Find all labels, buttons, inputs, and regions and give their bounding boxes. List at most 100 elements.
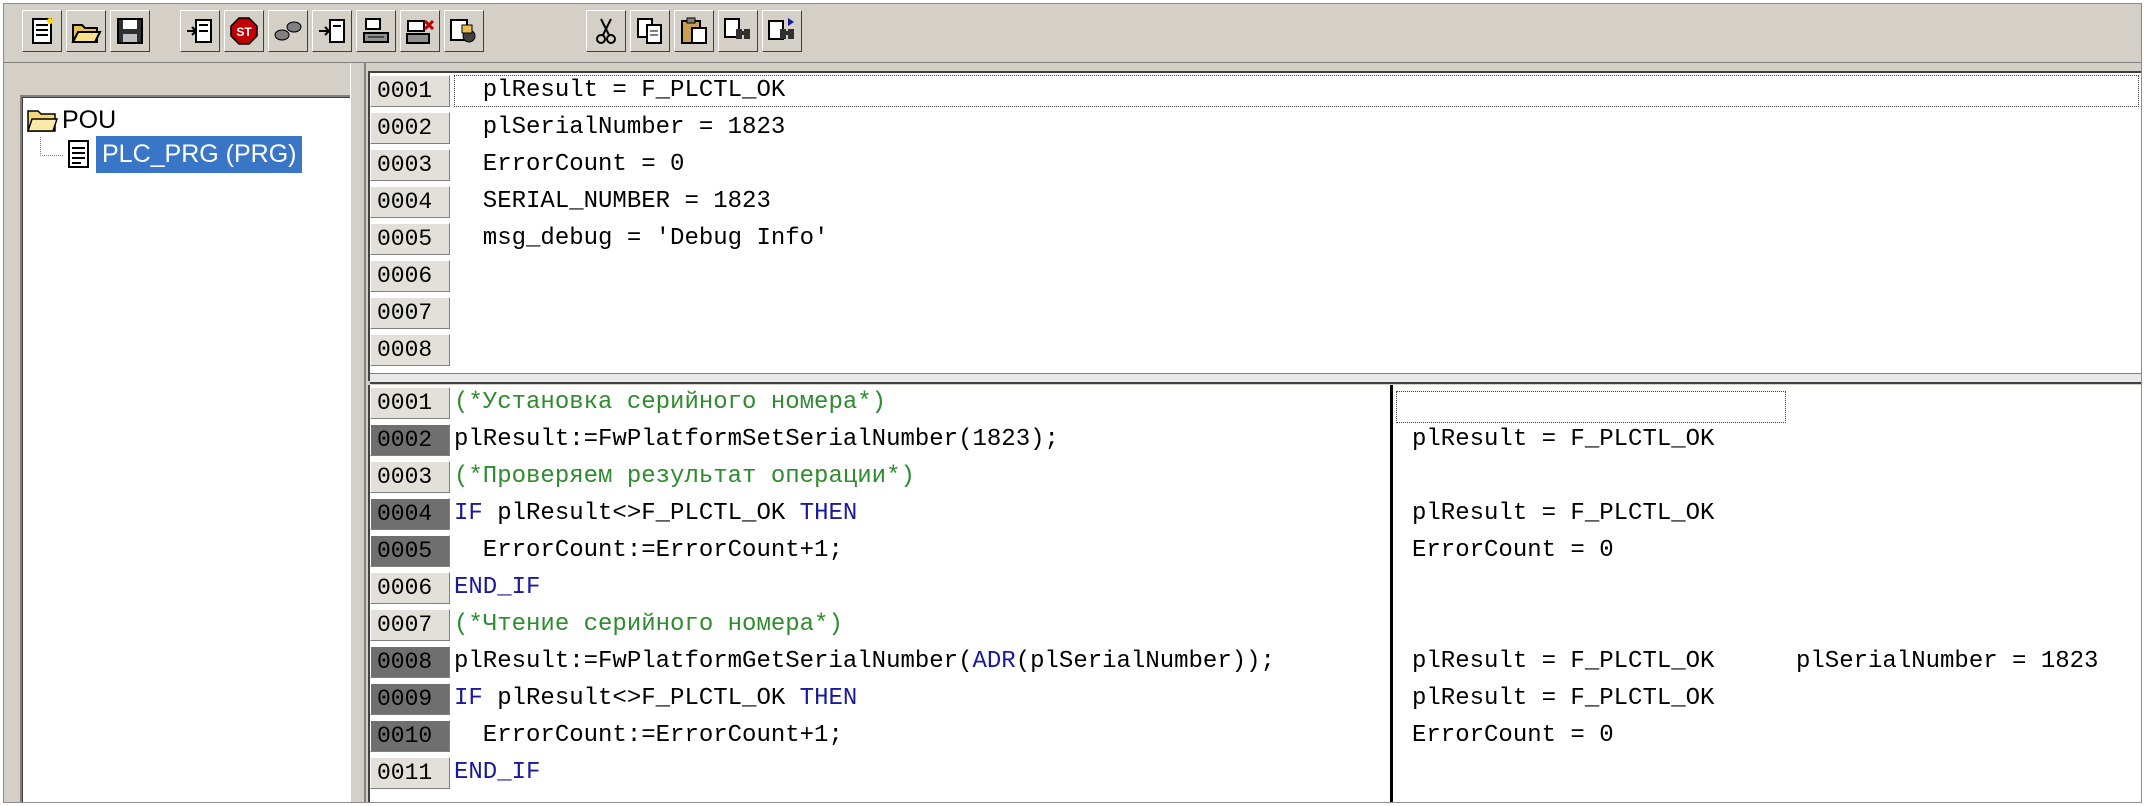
paste-icon — [681, 17, 707, 44]
code-text: plResult<>F_PLCTL_OK — [482, 685, 800, 712]
line-number: 0008 — [370, 334, 450, 366]
tree-node-label: POU — [62, 105, 117, 134]
monitor-value: plResult = F_PLCTL_OK — [1412, 500, 1715, 527]
code-line: IF plResult<>F_PLCTL_OK THEN — [454, 683, 857, 715]
horizontal-splitter[interactable] — [370, 373, 2141, 384]
open-folder-icon — [71, 24, 102, 43]
line-number: 0001 — [370, 75, 450, 107]
line-number: 0006 — [370, 260, 450, 292]
step-in-button[interactable] — [312, 10, 352, 52]
monitor-value: ErrorCount = 0 — [1412, 537, 1614, 564]
copy-button[interactable] — [630, 10, 670, 52]
paste-button[interactable] — [674, 10, 714, 52]
breakpoint-icon — [406, 19, 435, 44]
code-editor[interactable]: 0001 0002 0003 0004 0005 0006 0007 0008 … — [368, 385, 2141, 802]
monitor-value: plResult = F_PLCTL_OK — [1412, 426, 1715, 453]
monitor-divider[interactable] — [1390, 385, 1393, 802]
line-number: 0004 — [370, 186, 450, 218]
run-button[interactable] — [268, 10, 308, 52]
declaration-line: msg_debug = 'Debug Info' — [454, 225, 829, 252]
cut-button[interactable] — [586, 10, 626, 52]
monitor-value: plResult = F_PLCTL_OK — [1412, 685, 1715, 712]
code-comment: (*Установка серийного номера*) — [454, 389, 887, 416]
monitor-icon — [450, 19, 476, 43]
code-line: plResult:=FwPlatformSetSerialNumber(1823… — [454, 426, 1059, 453]
object-tree: POU PLC_PRG (PRG) — [20, 95, 352, 802]
keyword-if: IF — [454, 685, 483, 712]
code-text: (plSerialNumber)); — [1015, 648, 1275, 675]
line-number: 0001 — [370, 387, 450, 419]
code-line: ErrorCount:=ErrorCount+1; — [454, 537, 843, 564]
tree-node-pou[interactable]: POU — [26, 101, 116, 139]
tree-node-plc-prg[interactable]: PLC_PRG (PRG) — [66, 135, 303, 173]
find-button[interactable] — [718, 10, 758, 52]
keyword-if: IF — [454, 500, 483, 527]
code-text: plResult:=FwPlatformGetSerialNumber( — [454, 648, 973, 675]
keyword-end-if: END_IF — [454, 574, 541, 601]
breakpoint-line-number[interactable]: 0008 — [370, 646, 450, 678]
line-number: 0007 — [370, 297, 450, 329]
line-number: 0006 — [370, 572, 450, 604]
code-text: plResult<>F_PLCTL_OK — [482, 500, 800, 527]
code-line: plResult:=FwPlatformGetSerialNumber(ADR(… — [454, 646, 1275, 678]
code-line: IF plResult<>F_PLCTL_OK THEN — [454, 498, 857, 530]
online-toolbar-group: ST — [180, 10, 488, 54]
save-file-button[interactable] — [110, 10, 150, 52]
open-file-button[interactable] — [66, 10, 106, 52]
line-number: 0011 — [370, 757, 450, 789]
copy-icon — [637, 18, 662, 44]
declaration-line: SERIAL_NUMBER = 1823 — [454, 188, 771, 215]
find-icon — [724, 18, 750, 39]
toolbar: ST — [4, 4, 2141, 63]
stop-button[interactable]: ST — [224, 10, 264, 52]
line-number: 0003 — [370, 149, 450, 181]
declaration-line: plSerialNumber = 1823 — [454, 114, 786, 141]
find-next-button[interactable] — [762, 10, 802, 52]
breakpoint-line-number[interactable]: 0004 — [370, 498, 450, 530]
tree-connector — [40, 137, 63, 156]
monitor-value: plSerialNumber = 1823 — [1796, 648, 2099, 675]
line-number: 0003 — [370, 461, 450, 493]
step-in-icon — [319, 19, 345, 43]
find-next-icon — [768, 18, 794, 40]
vertical-splitter[interactable] — [350, 63, 366, 802]
edit-toolbar-group — [586, 10, 806, 54]
declaration-line: plResult = F_PLCTL_OK — [454, 77, 786, 104]
new-file-button[interactable] — [22, 10, 62, 52]
line-number: 0002 — [370, 112, 450, 144]
keyword-then: THEN — [799, 500, 858, 527]
code-comment: (*Проверяем результат операции*) — [454, 463, 915, 490]
tree-node-label-selected: PLC_PRG (PRG) — [96, 135, 303, 173]
login-button[interactable] — [180, 10, 220, 52]
scissors-icon — [596, 18, 616, 44]
save-disk-icon — [117, 18, 143, 44]
monitor-focus — [1396, 391, 1786, 423]
document-icon — [68, 140, 89, 168]
line-number: 0007 — [370, 609, 450, 641]
application-window: ST POU PLC_PRG (PRG) 0001 0002 0003 0004… — [3, 3, 2142, 803]
declaration-editor[interactable]: 0001 0002 0003 0004 0005 0006 0007 0008 … — [368, 71, 2141, 384]
step-over-icon — [363, 18, 389, 43]
monitor-value: plResult = F_PLCTL_OK — [1412, 648, 1715, 675]
svg-text:ST: ST — [236, 25, 252, 39]
step-over-button[interactable] — [356, 10, 396, 52]
file-toolbar-group — [22, 10, 154, 54]
folder-icon — [26, 110, 58, 132]
breakpoint-line-number[interactable]: 0009 — [370, 683, 450, 715]
breakpoint-line-number[interactable]: 0005 — [370, 535, 450, 567]
login-icon — [187, 19, 212, 43]
object-tree-panel: POU PLC_PRG (PRG) — [4, 63, 359, 802]
monitor-value: ErrorCount = 0 — [1412, 722, 1614, 749]
line-number: 0005 — [370, 223, 450, 255]
keyword-end-if: END_IF — [454, 759, 541, 786]
breakpoint-line-number[interactable]: 0002 — [370, 424, 450, 456]
code-line: ErrorCount:=ErrorCount+1; — [454, 722, 843, 749]
keyword-adr: ADR — [972, 648, 1016, 675]
code-comment: (*Чтение серийного номера*) — [454, 611, 843, 638]
toggle-breakpoint-button[interactable] — [400, 10, 440, 52]
monitor-button[interactable] — [444, 10, 484, 52]
keyword-then: THEN — [799, 685, 858, 712]
breakpoint-line-number[interactable]: 0010 — [370, 720, 450, 752]
new-document-icon — [32, 18, 53, 44]
declaration-line: ErrorCount = 0 — [454, 151, 685, 178]
